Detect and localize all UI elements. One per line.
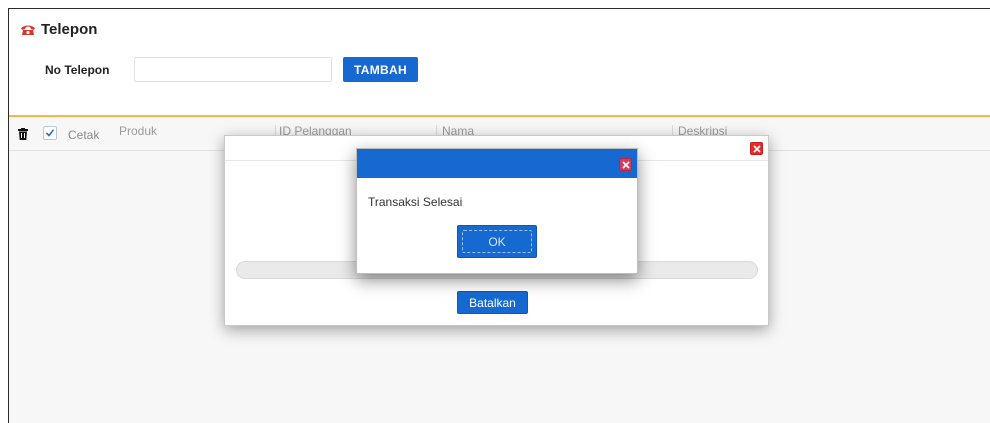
alert-dialog-header xyxy=(357,149,637,178)
column-header-product[interactable]: Produk xyxy=(119,124,157,138)
phone-number-input[interactable] xyxy=(134,57,332,82)
alert-dialog-close-icon[interactable] xyxy=(619,158,632,171)
section-title: Telepon xyxy=(20,21,97,38)
telephone-panel: Telepon No Telepon TAMBAH xyxy=(9,9,990,116)
ok-button[interactable]: OK xyxy=(457,225,537,258)
alert-message: Transaksi Selesai xyxy=(368,195,463,209)
print-checkbox[interactable] xyxy=(43,126,57,140)
progress-dialog-close-icon[interactable] xyxy=(750,142,763,155)
alert-dialog: Transaksi Selesai OK xyxy=(356,148,638,274)
telephone-icon xyxy=(20,24,36,36)
print-label: Cetak xyxy=(68,128,100,142)
section-title-text: Telepon xyxy=(41,21,98,38)
add-button[interactable]: TAMBAH xyxy=(343,57,418,82)
ok-button-label: OK xyxy=(488,234,506,249)
cancel-button[interactable]: Batalkan xyxy=(457,291,528,314)
app-frame: Telepon No Telepon TAMBAH Cetak Produk I… xyxy=(8,8,990,423)
phone-number-label: No Telepon xyxy=(45,63,110,77)
trash-icon[interactable] xyxy=(18,127,28,140)
